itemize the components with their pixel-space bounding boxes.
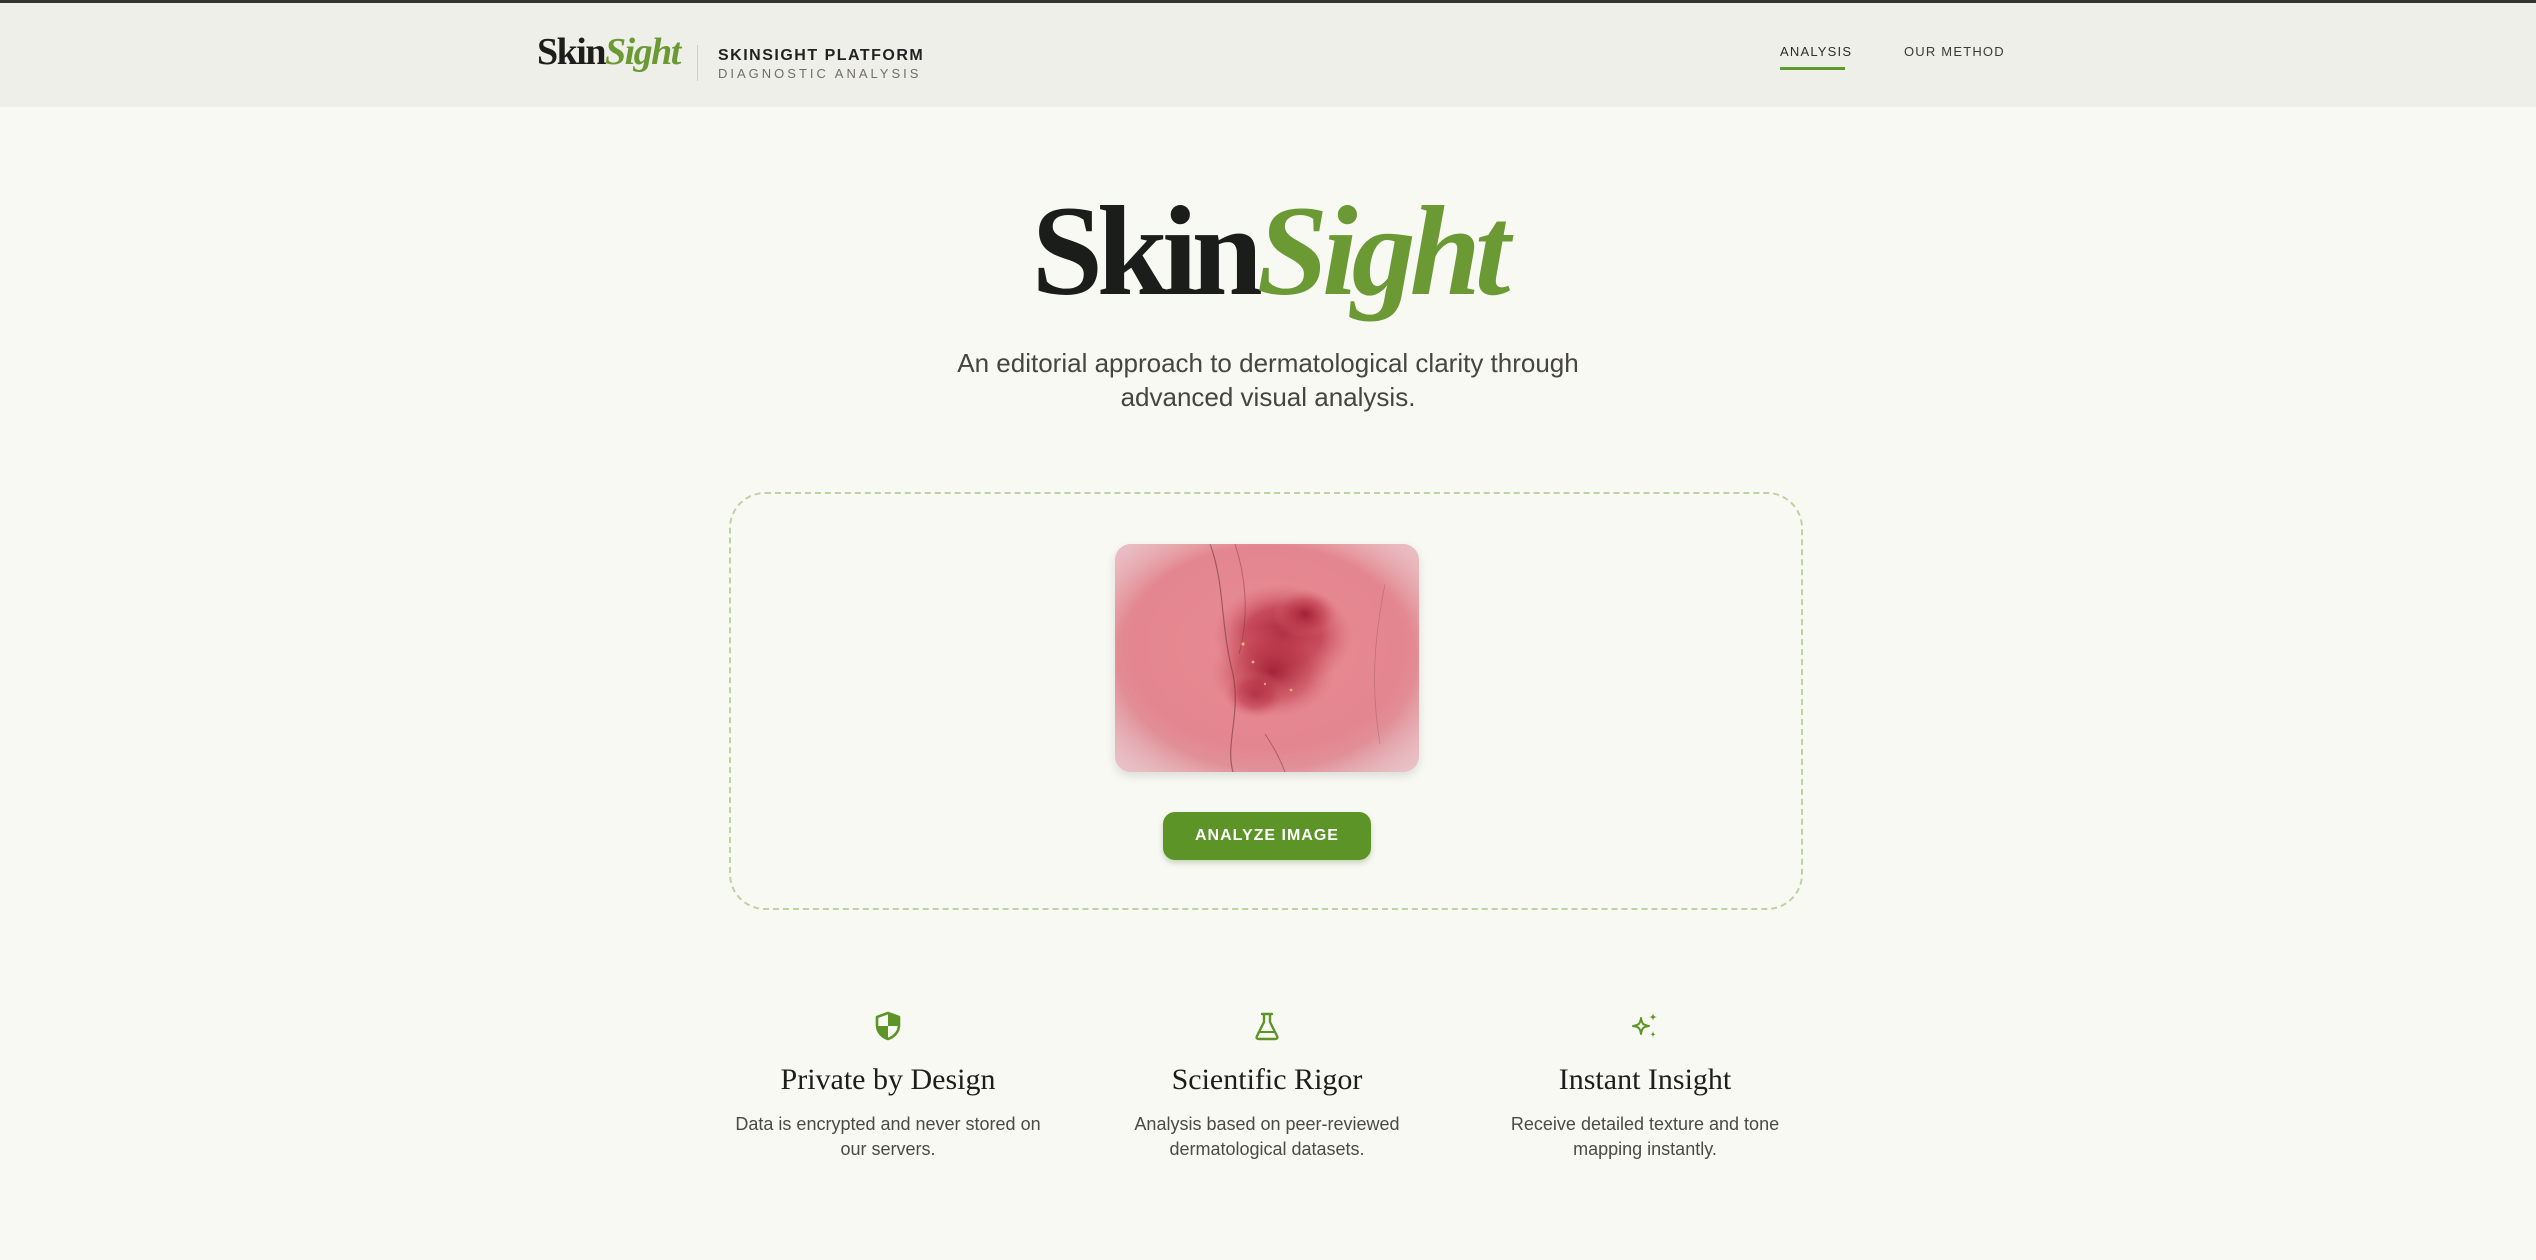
hero-subtitle-line-1: An editorial approach to dermatological … [957,348,1579,378]
feature-title: Private by Design [780,1063,996,1096]
hero-title-primary: Skin [1031,180,1263,322]
shield-icon [875,1011,901,1041]
feature-description-line-1: Analysis based on peer-reviewed [1134,1114,1400,1134]
brand-logo[interactable]: SkinSight [537,27,681,77]
brand-subtitle: DIAGNOSTIC ANALYSIS [718,66,922,81]
nav-item-our-method[interactable]: OUR METHOD [1904,44,2005,59]
skin-lesion-photo [1115,544,1419,772]
feature-scientific-rigor: Scientific Rigor Analysis based on peer-… [1102,1010,1432,1162]
sparkles-icon [1632,1013,1657,1038]
feature-description-line-2: mapping instantly. [1573,1139,1717,1159]
uploaded-skin-image[interactable] [1115,544,1419,772]
brand-logo-accent: Sight [604,31,681,73]
feature-title: Instant Insight [1558,1063,1732,1096]
feature-description: Analysis based on peer-reviewed dermatol… [1102,1112,1432,1162]
feature-description: Data is encrypted and never stored on ou… [723,1112,1053,1162]
feature-description-line-2: dermatological datasets. [1169,1139,1365,1159]
analyze-image-button[interactable]: ANALYZE IMAGE [1163,812,1371,860]
hero-subtitle: An editorial approach to dermatological … [900,346,1636,414]
hero-title-accent: Sight [1256,180,1510,322]
hero-title: SkinSight [0,176,2536,326]
hero-subtitle-line-2: advanced visual analysis. [1120,382,1416,412]
brand-platform-name: SKINSIGHT PLATFORM [718,47,925,64]
top-navigation: SkinSight SKINSIGHT PLATFORM DIAGNOSTIC … [0,3,2536,107]
brand-logo-primary: Skin [537,31,606,73]
feature-instant-insight: Instant Insight Receive detailed texture… [1480,1010,1810,1162]
feature-description: Receive detailed texture and tone mappin… [1480,1112,1810,1162]
feature-description-line-1: Data is encrypted and never stored on [735,1114,1041,1134]
feature-description-line-1: Receive detailed texture and tone [1510,1114,1780,1134]
nav-item-analysis[interactable]: ANALYSIS [1780,44,1852,59]
feature-description-line-2: our servers. [840,1139,936,1159]
feature-private-by-design: Private by Design Data is encrypted and … [723,1010,1053,1162]
brand-text: SKINSIGHT PLATFORM DIAGNOSTIC ANALYSIS [718,46,924,82]
nav-active-indicator [1780,67,1845,70]
feature-title: Scientific Rigor [1171,1063,1363,1096]
brand-divider [697,45,698,81]
flask-icon [1255,1012,1279,1041]
